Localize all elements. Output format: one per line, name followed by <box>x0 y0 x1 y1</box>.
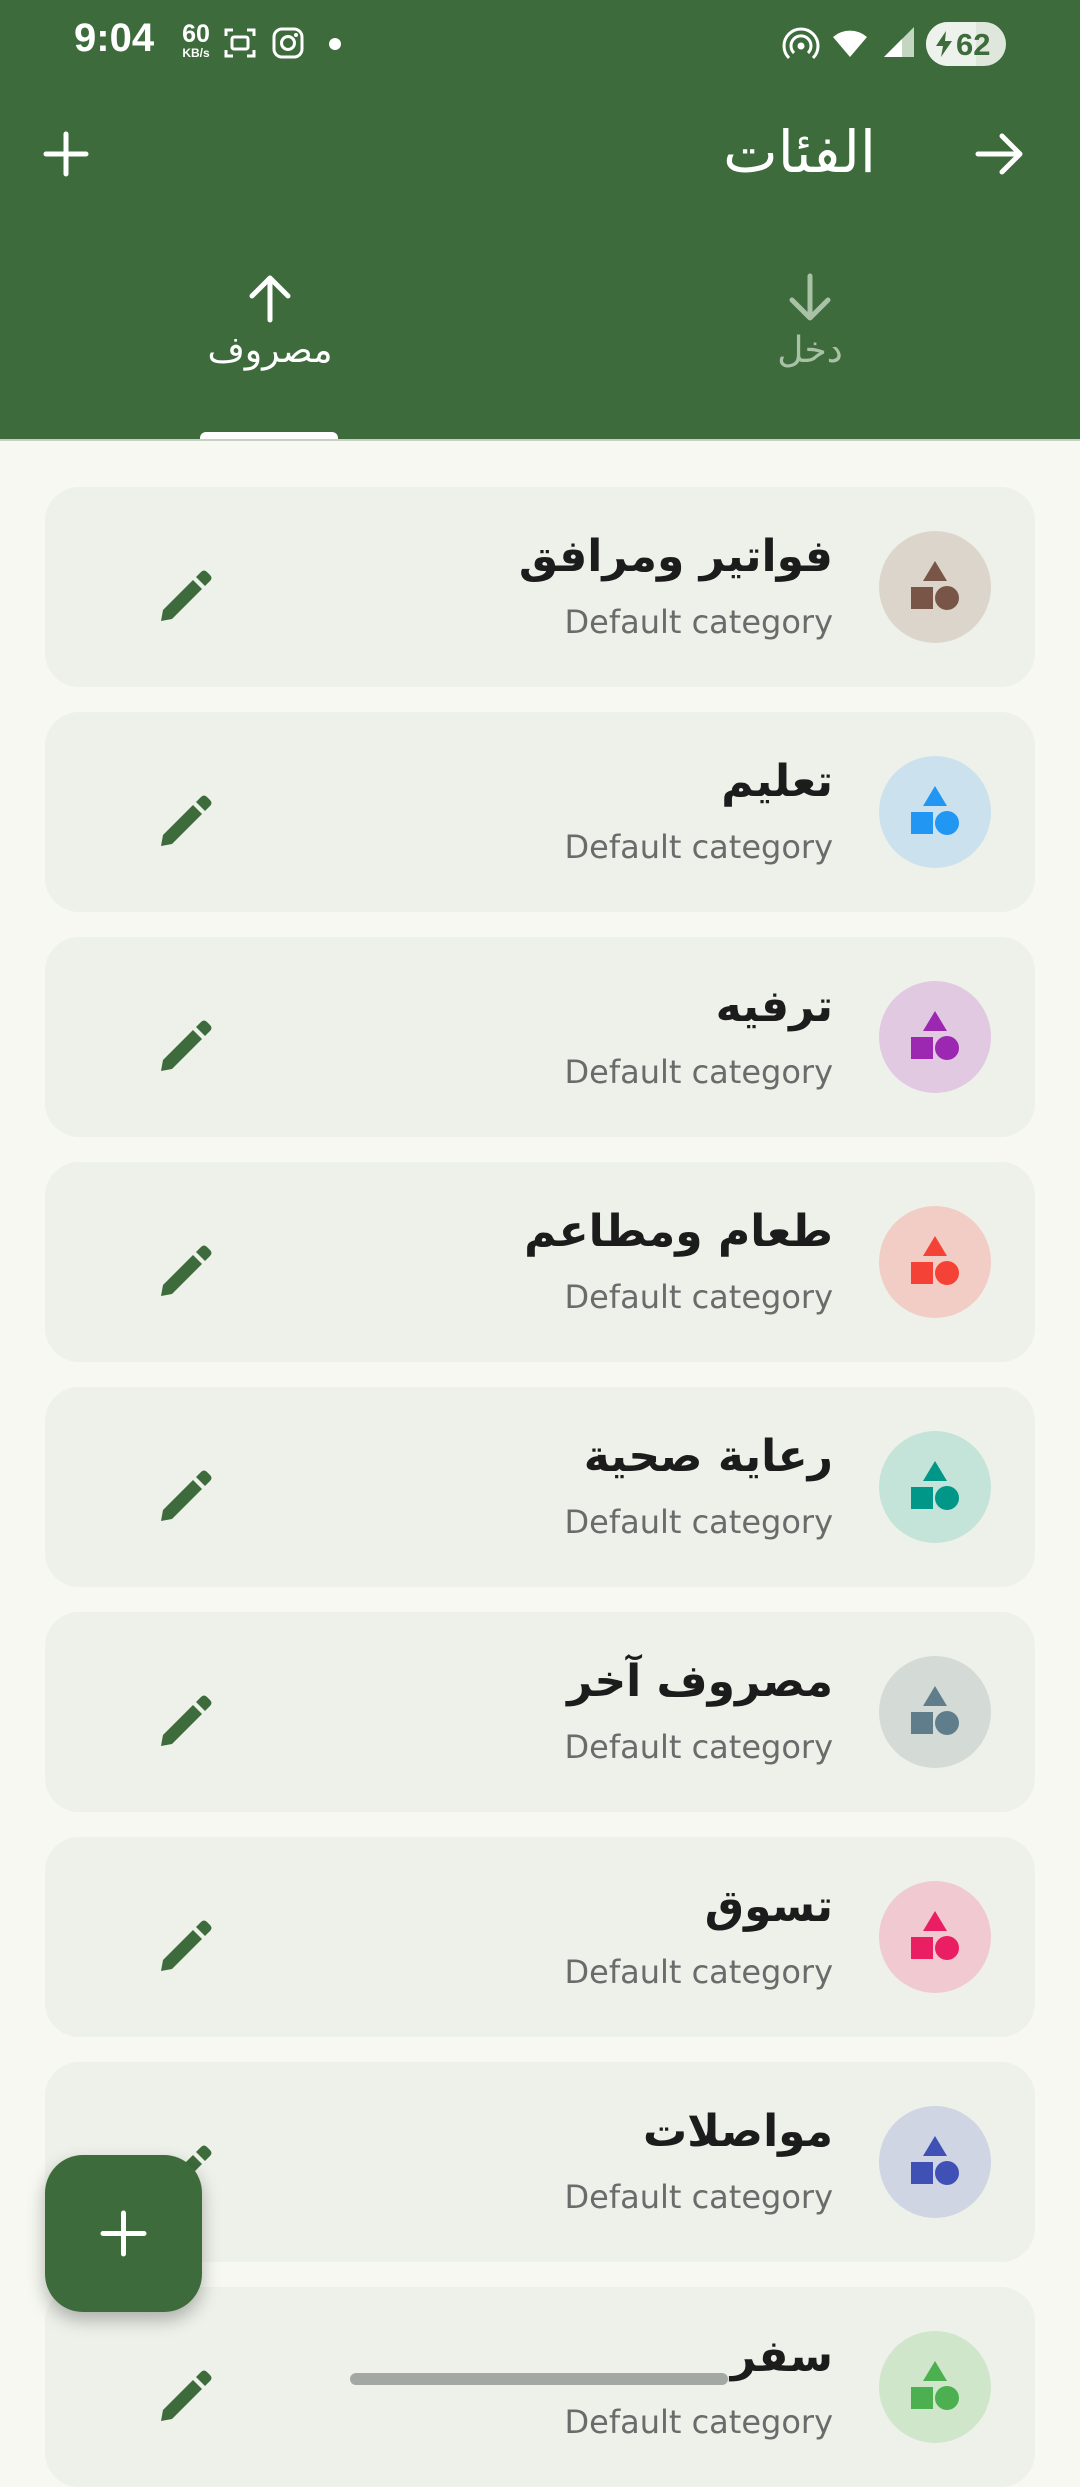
add-category-button[interactable] <box>30 118 102 190</box>
arrow-down-icon <box>789 273 831 321</box>
category-avatar <box>879 2106 991 2218</box>
pencil-icon <box>161 570 212 621</box>
category-name: فواتير ومرافق <box>518 531 833 582</box>
hotspot-icon <box>782 27 820 60</box>
pencil-icon <box>161 1695 212 1746</box>
network-speed-value: 60 <box>182 20 210 48</box>
category-avatar <box>879 2331 991 2443</box>
shapes-icon <box>911 1686 959 1735</box>
category-avatar <box>879 531 991 643</box>
category-name: ترفيه <box>715 981 833 1032</box>
header-divider <box>0 439 1080 441</box>
signal-icon <box>884 27 914 57</box>
category-subtitle: Default category <box>564 1278 833 1316</box>
notification-dot <box>329 38 341 50</box>
category-card[interactable]: مصروف آخر Default category <box>45 1612 1035 1812</box>
category-subtitle: Default category <box>564 2403 833 2441</box>
category-card[interactable]: ترفيه Default category <box>45 937 1035 1137</box>
add-fab-button[interactable] <box>45 2155 202 2312</box>
arrow-up-icon <box>249 275 291 323</box>
edit-category-button[interactable] <box>145 1457 225 1537</box>
charging-bolt-icon <box>936 31 952 57</box>
pencil-icon <box>161 1020 212 1071</box>
edit-category-button[interactable] <box>145 1907 225 1987</box>
category-card[interactable]: رعاية صحية Default category <box>45 1387 1035 1587</box>
network-speed-unit: KB/s <box>182 46 210 60</box>
status-time: 9:04 <box>74 16 155 60</box>
category-name: تعليم <box>721 756 833 807</box>
status-bar: 9:04 60 KB/s 62 <box>0 0 1080 90</box>
battery-charging-icon: 62 <box>926 22 1006 66</box>
tab-expense-label: مصروف <box>207 330 333 371</box>
pencil-icon <box>161 1245 212 1296</box>
category-name: رعاية صحية <box>583 1431 833 1482</box>
category-avatar <box>879 1431 991 1543</box>
wifi-icon <box>833 30 867 57</box>
arrow-forward-icon <box>975 133 1023 175</box>
tab-income-label: دخل <box>777 330 843 371</box>
category-subtitle: Default category <box>564 1503 833 1541</box>
category-card[interactable]: تعليم Default category <box>45 712 1035 912</box>
category-subtitle: Default category <box>564 1053 833 1091</box>
shapes-icon <box>911 1011 959 1060</box>
shapes-icon <box>911 786 959 835</box>
category-name: طعام ومطاعم <box>524 1206 833 1257</box>
shapes-icon <box>911 2136 959 2185</box>
category-subtitle: Default category <box>564 1728 833 1766</box>
category-subtitle: Default category <box>564 828 833 866</box>
back-button[interactable] <box>964 118 1036 190</box>
shapes-icon <box>911 2361 959 2410</box>
category-avatar <box>879 1206 991 1318</box>
battery-level: 62 <box>956 27 991 62</box>
category-subtitle: Default category <box>564 603 833 641</box>
app-header: 9:04 60 KB/s 62 الفئات مصروف دخل <box>0 0 1080 440</box>
category-card[interactable]: طعام ومطاعم Default category <box>45 1162 1035 1362</box>
category-card[interactable]: تسوق Default category <box>45 1837 1035 2037</box>
screenshot-icon <box>224 28 256 58</box>
edit-category-button[interactable] <box>145 1007 225 1087</box>
plus-icon <box>100 2210 147 2257</box>
shapes-icon <box>911 1461 959 1510</box>
category-name: تسوق <box>704 1881 833 1932</box>
category-avatar <box>879 981 991 1093</box>
edit-category-button[interactable] <box>145 782 225 862</box>
category-avatar <box>879 1656 991 1768</box>
pencil-icon <box>161 2370 212 2421</box>
category-name: مواصلات <box>642 2106 833 2157</box>
tab-expense[interactable]: مصروف <box>170 270 370 371</box>
shapes-icon <box>911 561 959 610</box>
category-subtitle: Default category <box>564 1953 833 1991</box>
category-card[interactable]: فواتير ومرافق Default category <box>45 487 1035 687</box>
category-card[interactable]: سفر Default category <box>45 2287 1035 2487</box>
pencil-icon <box>161 795 212 846</box>
edit-category-button[interactable] <box>145 1232 225 1312</box>
category-avatar <box>879 1881 991 1993</box>
category-name: سفر <box>730 2331 833 2382</box>
tab-income[interactable]: دخل <box>710 270 910 371</box>
pencil-icon <box>161 1470 212 1521</box>
shapes-icon <box>911 1236 959 1285</box>
category-subtitle: Default category <box>564 2178 833 2216</box>
instagram-icon <box>272 27 304 59</box>
network-speed: 60 KB/s <box>174 20 218 60</box>
pencil-icon <box>161 1920 212 1971</box>
edit-category-button[interactable] <box>145 1682 225 1762</box>
edit-category-button[interactable] <box>145 557 225 637</box>
edit-category-button[interactable] <box>145 2357 225 2437</box>
plus-icon <box>43 131 89 177</box>
category-avatar <box>879 756 991 868</box>
page-title: الفئات <box>723 118 876 186</box>
shapes-icon <box>911 1911 959 1960</box>
home-indicator[interactable] <box>350 2373 728 2385</box>
category-name: مصروف آخر <box>567 1656 833 1707</box>
